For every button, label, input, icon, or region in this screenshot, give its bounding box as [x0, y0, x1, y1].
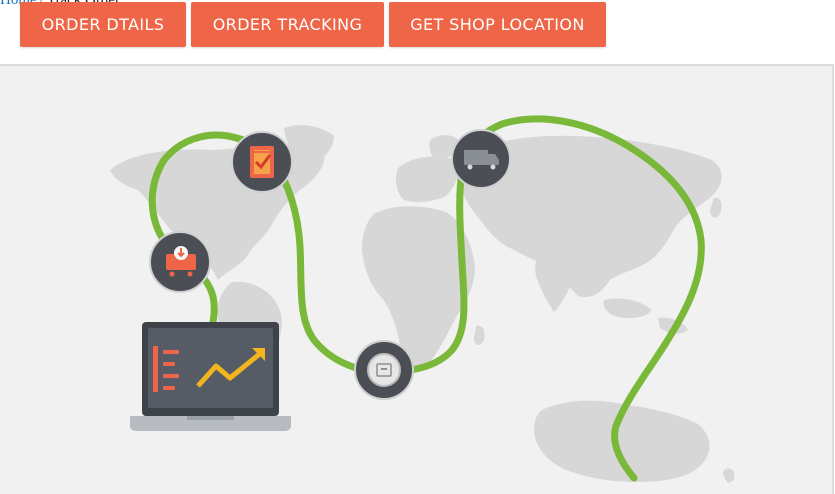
- stage-package[interactable]: [354, 340, 414, 400]
- stage-delivery-truck[interactable]: [451, 129, 511, 189]
- tab-order-tracking[interactable]: ORDER TRACKING: [191, 2, 384, 47]
- stage-order-confirmed[interactable]: [231, 131, 293, 193]
- order-confirmed-icon: [250, 146, 274, 178]
- package-icon: [367, 353, 401, 387]
- tab-order-details[interactable]: ORDER DTAILS: [20, 2, 186, 47]
- order-tab-bar: ORDER DTAILS ORDER TRACKING GET SHOP LOC…: [0, 0, 835, 48]
- stage-order-placed[interactable]: [149, 231, 211, 293]
- tracking-panel: [0, 64, 834, 494]
- analytics-laptop-icon: [130, 322, 291, 431]
- tracking-illustration: [110, 115, 735, 483]
- tab-get-shop-location[interactable]: GET SHOP LOCATION: [389, 2, 606, 47]
